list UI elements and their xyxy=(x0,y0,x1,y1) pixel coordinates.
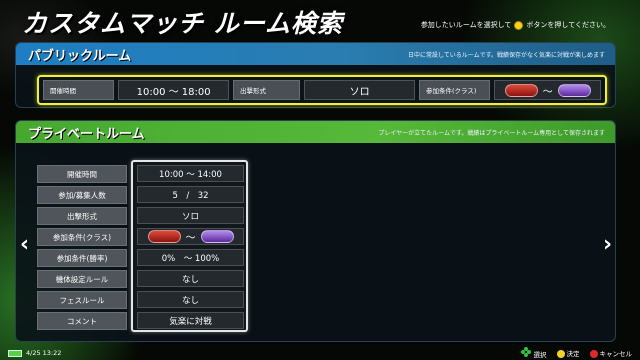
footer-cancel[interactable]: キャンセル xyxy=(589,348,633,358)
hint-text-after: ボタンを押してください。 xyxy=(526,21,610,29)
dpad-icon xyxy=(521,347,532,357)
private-class-tilde: ～ xyxy=(185,233,196,244)
footer-confirm[interactable]: 決定 xyxy=(556,348,580,358)
footer-confirm-label: 決定 xyxy=(566,350,580,358)
private-value-winrate: 0% ～ 100% xyxy=(137,249,244,266)
public-mode-value: ソロ xyxy=(304,80,415,100)
public-room-row[interactable]: 開催時間 10:00 ～ 18:00 出撃形式 ソロ 参加条件(クラス) ～ xyxy=(37,75,607,105)
private-label-time: 開催時間 xyxy=(37,165,127,183)
public-time-value: 10:00 ～ 18:00 xyxy=(118,80,229,100)
private-value-time: 10:00 ～ 14:00 xyxy=(137,165,244,182)
red-button-icon xyxy=(589,350,598,358)
public-room-header: パブリックルーム 日中に常設しているルームです。戦績保存がなく気楽に対戦が楽しめ… xyxy=(16,43,615,65)
private-label-comment: コメント xyxy=(37,312,127,330)
public-class-value: ～ xyxy=(494,80,601,100)
private-value-mode: ソロ xyxy=(137,207,244,224)
private-label-class: 参加条件(クラス) xyxy=(37,228,127,246)
footer-datetime: 4/25 13:22 xyxy=(26,349,62,357)
private-room-note: プレイヤーが立てたルームです。戦績はプライベートルーム専用として保存されます xyxy=(378,129,605,137)
public-class-label: 参加条件(クラス) xyxy=(418,80,491,100)
footer-controls: 選択 決定 キャンセル xyxy=(521,347,632,359)
page-title: カスタムマッチ ルーム検索 xyxy=(22,9,343,38)
yellow-button-icon xyxy=(514,20,524,30)
public-class-tilde: ～ xyxy=(542,86,553,98)
private-value-players: 5 / 32 xyxy=(137,186,244,203)
private-room-header: プライベートルーム プレイヤーが立てたルームです。戦績はプライベートルーム専用と… xyxy=(16,121,615,143)
class-badge-purple-icon xyxy=(557,83,591,97)
public-room-title: パブリックルーム xyxy=(28,48,132,64)
private-room-title: プライベートルーム xyxy=(28,126,145,142)
private-value-fes-rule: なし xyxy=(137,291,244,308)
private-label-mode: 出撃形式 xyxy=(37,207,127,225)
private-value-class: ～ xyxy=(137,228,244,245)
footer-cancel-label: キャンセル xyxy=(599,350,633,358)
footer-status: 4/25 13:22 xyxy=(8,349,61,357)
hint-text-before: 参加したいルームを選択して xyxy=(420,21,512,29)
private-label-players: 参加/募集人数 xyxy=(37,186,127,204)
private-value-machine-rule: なし xyxy=(137,270,244,287)
class-badge-red-icon xyxy=(504,83,538,97)
footer-bar: 4/25 13:22 選択 決定 キャンセル xyxy=(0,346,640,360)
yellow-button-icon xyxy=(556,350,565,358)
prev-page-arrow-icon[interactable]: ‹ xyxy=(20,232,29,257)
class-badge-purple-icon xyxy=(200,230,234,243)
footer-select-label: 選択 xyxy=(533,351,547,359)
private-label-winrate: 参加条件(勝率) xyxy=(37,249,127,267)
public-mode-label: 出撃形式 xyxy=(232,80,301,100)
private-value-comment: 気楽に対戦 xyxy=(137,312,244,329)
footer-select: 選択 xyxy=(521,347,547,359)
private-label-fes-rule: フェスルール xyxy=(37,291,127,309)
public-time-label: 開催時間 xyxy=(43,80,115,100)
private-label-machine-rule: 機体設定ルール xyxy=(37,270,127,288)
class-badge-red-icon xyxy=(147,230,181,243)
next-page-arrow-icon[interactable]: › xyxy=(603,232,612,257)
public-room-note: 日中に常設しているルームです。戦績保存がなく気楽に対戦が楽しめます xyxy=(407,51,605,59)
battery-icon xyxy=(8,349,22,357)
instruction-hint: 参加したいルームを選択して ボタンを押してください。 xyxy=(421,20,610,30)
